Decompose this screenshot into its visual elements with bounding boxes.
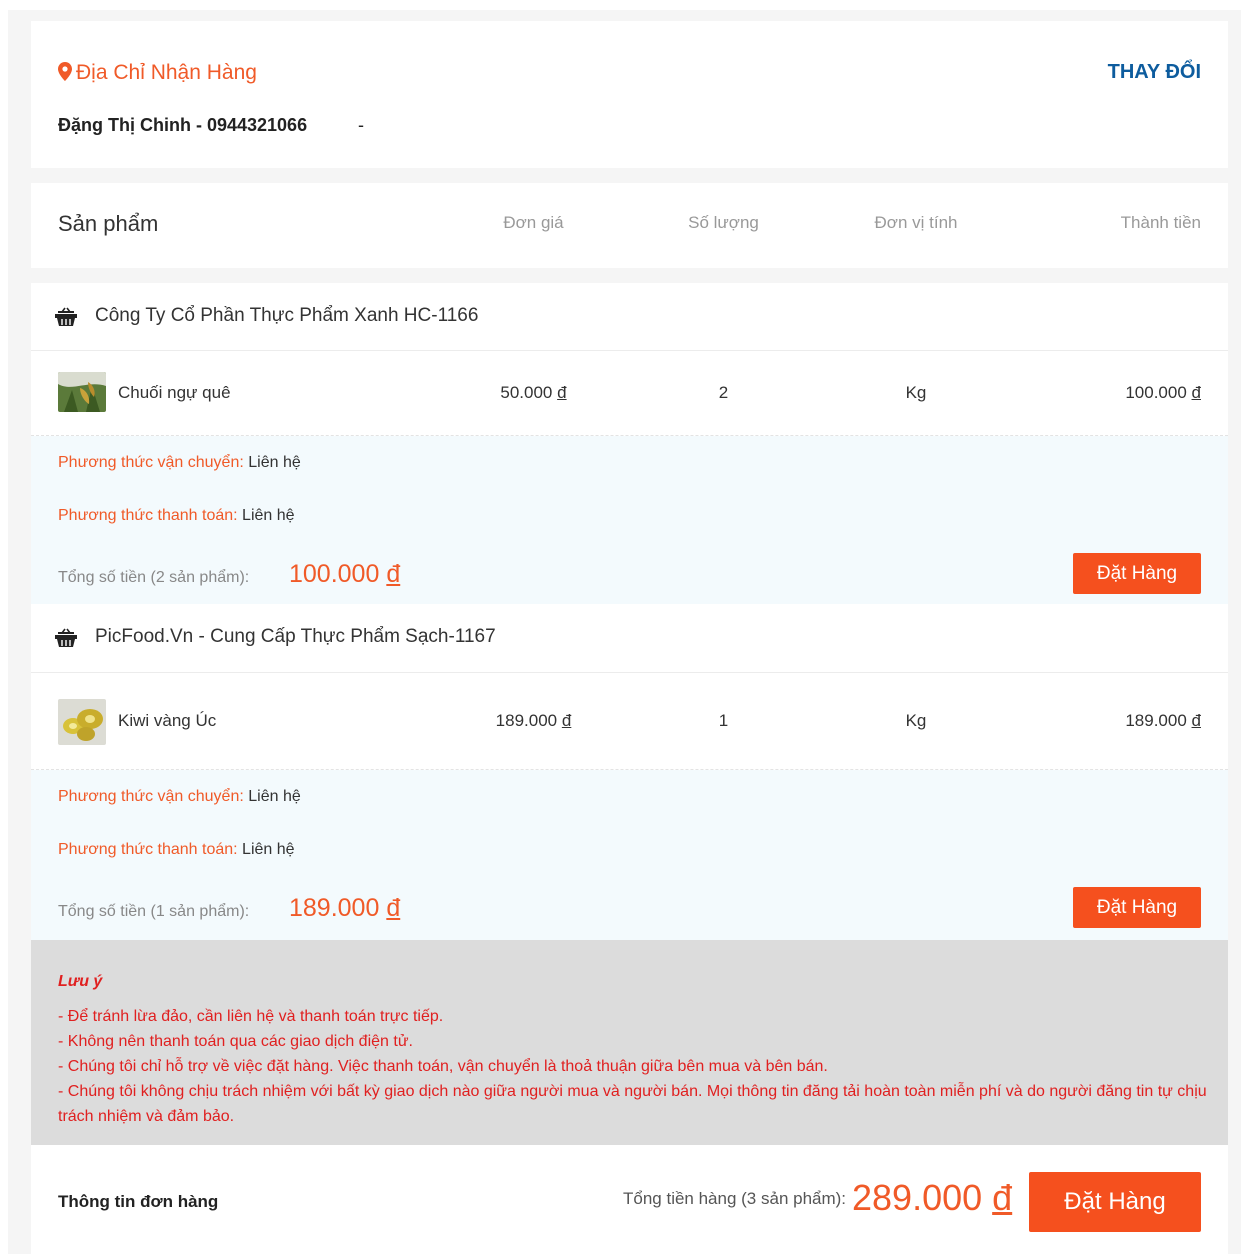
currency-symbol: đ: [1191, 711, 1201, 730]
product-line-total: 100.000 đ: [1125, 383, 1201, 402]
address-title: Địa Chỉ Nhận Hàng: [58, 61, 257, 87]
shop-sum-value: 189.000 đ: [289, 894, 401, 922]
notice-line: - Chúng tôi không chịu trách nhiệm với b…: [58, 1083, 1207, 1125]
product-unit: Kg: [905, 711, 927, 730]
notice-line: - Chúng tôi chỉ hỗ trợ về việc đặt hàng.…: [58, 1058, 828, 1075]
product-thumbnail[interactable]: [58, 372, 106, 412]
header-unit: Đơn vị tính: [874, 213, 958, 232]
payment-method: Phương thức thanh toán: Liên hệ: [58, 841, 295, 858]
shipping-method: Phương thức vận chuyển: Liên hệ: [58, 788, 301, 805]
currency-symbol: đ: [557, 383, 567, 402]
notice-lines: - Để tránh lừa đảo, cần liên hệ và thanh…: [58, 1004, 1208, 1129]
currency-symbol: đ: [1191, 383, 1201, 402]
notice-line: - Để tránh lừa đảo, cần liên hệ và thanh…: [58, 1008, 444, 1025]
product-line-total: 189.000 đ: [1125, 711, 1201, 730]
currency-symbol: đ: [561, 711, 572, 730]
delivery-address-card: Địa Chỉ Nhận Hàng THAY ĐỔI Đặng Thị Chin…: [31, 21, 1228, 168]
payment-method: Phương thức thanh toán: Liên hệ: [58, 507, 295, 524]
cart-item-row: Chuối ngự quê 50.000 đ 2 Kg 100.000 đ: [31, 351, 1228, 436]
header-quantity: Số lượng: [688, 213, 759, 232]
shop-header: Công Ty Cổ Phần Thực Phẩm Xanh HC-1166: [31, 283, 1228, 351]
notice-line: - Không nên thanh toán qua các giao dịch…: [58, 1033, 413, 1050]
header-price: Đơn giá: [503, 213, 564, 232]
address-title-text: Địa Chỉ Nhận Hàng: [76, 61, 257, 84]
header-product: Sản phẩm: [58, 211, 159, 236]
checkout-page: Địa Chỉ Nhận Hàng THAY ĐỔI Đặng Thị Chin…: [8, 10, 1241, 1254]
product-price: 189.000 đ: [495, 711, 572, 730]
recipient-info: Đặng Thị Chinh - 0944321066: [58, 115, 308, 135]
basket-icon: [55, 628, 77, 653]
product-unit: Kg: [905, 383, 927, 402]
shipping-method: Phương thức vận chuyển: Liên hệ: [58, 454, 301, 471]
shop-section: PicFood.Vn - Cung Cấp Thực Phẩm Sạch-116…: [31, 604, 1228, 940]
order-info-title: Thông tin đơn hàng: [58, 1192, 219, 1211]
header-total: Thành tiền: [1120, 213, 1201, 232]
place-all-orders-button[interactable]: Đặt Hàng: [1029, 1172, 1201, 1232]
grand-total-value: 289.000 đ: [852, 1177, 1013, 1218]
address-detail: -: [358, 115, 364, 135]
basket-icon: [55, 307, 77, 332]
shop-name[interactable]: PicFood.Vn - Cung Cấp Thực Phẩm Sạch-116…: [95, 626, 496, 648]
product-name[interactable]: Chuối ngự quê: [118, 383, 231, 403]
shop-name[interactable]: Công Ty Cổ Phần Thực Phẩm Xanh HC-1166: [95, 305, 478, 327]
shop-footer: Phương thức vận chuyển: Liên hệ Phương t…: [31, 770, 1228, 940]
change-address-link[interactable]: THAY ĐỔI: [1108, 61, 1201, 84]
notice-box: Lưu ý - Để tránh lừa đảo, cần liên hệ và…: [31, 940, 1228, 1145]
cart-item-row: Kiwi vàng Úc 189.000 đ 1 Kg 189.000 đ: [31, 673, 1228, 770]
shop-footer: Phương thức vận chuyển: Liên hệ Phương t…: [31, 436, 1228, 606]
place-order-button[interactable]: Đặt Hàng: [1073, 887, 1201, 928]
shop-header: PicFood.Vn - Cung Cấp Thực Phẩm Sạch-116…: [31, 604, 1228, 673]
shop-sum-value: 100.000 đ: [289, 560, 401, 588]
product-table-header: Sản phẩm Đơn giá Số lượng Đơn vị tính Th…: [31, 183, 1228, 268]
product-thumbnail[interactable]: [58, 699, 106, 745]
product-quantity: 2: [718, 383, 729, 402]
product-price: 50.000 đ: [500, 383, 567, 402]
map-pin-icon: [58, 62, 72, 87]
grand-total-label: Tổng tiền hàng (3 sản phẩm):: [623, 1189, 847, 1208]
place-order-button[interactable]: Đặt Hàng: [1073, 553, 1201, 594]
shop-sum-label: Tổng số tiền (1 sản phẩm):: [58, 903, 250, 920]
product-name[interactable]: Kiwi vàng Úc: [118, 711, 216, 731]
shop-sum-label: Tổng số tiền (2 sản phẩm):: [58, 569, 250, 586]
product-quantity: 1: [718, 711, 729, 730]
notice-title: Lưu ý: [58, 973, 103, 990]
shop-section: Công Ty Cổ Phần Thực Phẩm Xanh HC-1166 C…: [31, 283, 1228, 606]
order-summary-bar: Thông tin đơn hàng Tổng tiền hàng (3 sản…: [31, 1145, 1228, 1254]
